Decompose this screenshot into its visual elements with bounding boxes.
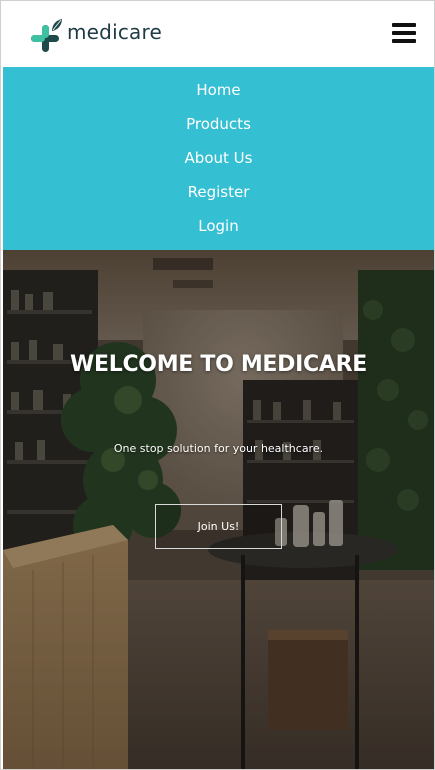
nav-link-register[interactable]: Register xyxy=(188,180,250,214)
hamburger-bar xyxy=(392,39,416,43)
join-us-button[interactable]: Join Us! xyxy=(155,504,282,549)
hero-subtitle: One stop solution for your healthcare. xyxy=(113,442,324,455)
medical-cross-leaf-icon xyxy=(31,18,62,52)
hamburger-menu-icon[interactable] xyxy=(392,23,416,43)
nav-link-home[interactable]: Home xyxy=(196,78,240,112)
hero-title: WELCOME TO MEDICARE xyxy=(70,352,367,377)
hamburger-bar xyxy=(392,23,416,27)
hero-section: WELCOME TO MEDICARE One stop solution fo… xyxy=(3,250,434,769)
nav-link-about-us[interactable]: About Us xyxy=(185,146,253,180)
brand-logo[interactable]: medicare xyxy=(30,17,162,53)
site-header: medicare xyxy=(2,2,434,67)
nav-link-login[interactable]: Login xyxy=(198,214,238,248)
brand-name: medicare xyxy=(67,19,162,44)
hamburger-bar xyxy=(392,31,416,35)
nav-link-products[interactable]: Products xyxy=(186,112,251,146)
main-nav: Home Products About Us Register Login xyxy=(3,67,434,250)
page-frame: medicare Home Products About Us Register… xyxy=(0,0,435,770)
